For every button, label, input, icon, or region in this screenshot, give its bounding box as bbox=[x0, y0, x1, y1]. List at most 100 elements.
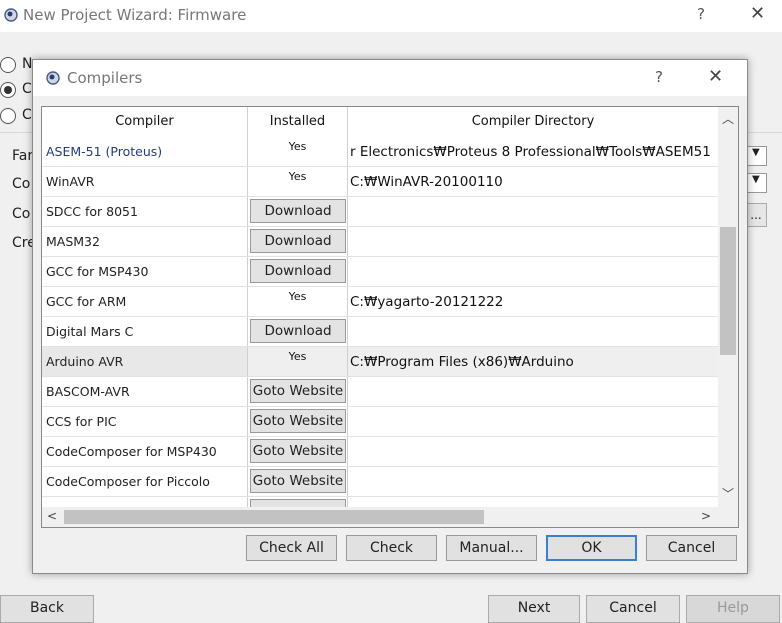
table-row[interactable]: GCC for ARM Yes C:₩yagarto-20121222 bbox=[42, 287, 718, 317]
proteus-logo-icon bbox=[4, 8, 18, 22]
table-row[interactable]: Arduino AVR Yes C:₩Program Files (x86)₩Ard… bbox=[42, 347, 718, 377]
browse-button[interactable]: ... bbox=[745, 203, 767, 227]
table-row[interactable]: CCS for PIC Goto Website bbox=[42, 407, 718, 437]
column-header-directory[interactable]: Compiler Directory bbox=[348, 107, 718, 137]
goto-website-button[interactable]: Goto Website bbox=[250, 409, 346, 433]
family-label: Far bbox=[12, 148, 34, 164]
compilers-dialog: Compilers ? ✕ Compiler Installed Compile… bbox=[32, 59, 748, 574]
compiler-directory-cell bbox=[348, 257, 718, 286]
dialog-help-icon[interactable]: ? bbox=[655, 68, 663, 86]
table-body: ASEM-51 (Proteus) Yes r Electronics₩Proteu… bbox=[42, 137, 718, 507]
radio-option-1[interactable] bbox=[0, 57, 16, 73]
compiler-name-cell: MASM32 bbox=[42, 227, 248, 256]
installed-cell: Goto Website bbox=[248, 407, 348, 436]
check-all-button[interactable]: Check All bbox=[246, 535, 337, 561]
horizontal-scrollbar[interactable]: < > bbox=[42, 507, 718, 527]
column-header-compiler[interactable]: Compiler bbox=[42, 107, 248, 137]
table-row[interactable]: GCC for MSP430 Download bbox=[42, 257, 718, 287]
table-row[interactable]: CodeComposer for MSP430 Goto Website bbox=[42, 437, 718, 467]
vertical-scrollbar[interactable]: ︿ ﹀ bbox=[718, 107, 738, 507]
installed-cell: Yes bbox=[248, 137, 348, 166]
installed-status: Yes bbox=[288, 290, 307, 303]
compiler-directory-cell bbox=[348, 197, 718, 226]
help-button: Help bbox=[686, 595, 780, 623]
table-row[interactable]: BASCOM-AVR Goto Website bbox=[42, 377, 718, 407]
download-button[interactable]: Download bbox=[250, 199, 346, 223]
compiler-label: Co bbox=[12, 206, 31, 222]
compiler-directory-cell bbox=[348, 497, 718, 507]
dialog-title: Compilers bbox=[67, 69, 143, 87]
compiler-name-cell: SDCC for 8051 bbox=[42, 197, 248, 226]
compiler-directory-cell bbox=[348, 467, 718, 496]
chevron-down-icon: ▼ bbox=[752, 147, 760, 158]
controller-dropdown[interactable]: ▼ bbox=[745, 173, 767, 193]
compilers-table: Compiler Installed Compiler Directory AS… bbox=[41, 106, 739, 528]
compiler-directory-cell bbox=[348, 377, 718, 406]
compiler-name-cell: CCS for PIC bbox=[42, 407, 248, 436]
table-row[interactable] bbox=[42, 497, 718, 507]
chevron-down-icon: ▼ bbox=[752, 174, 760, 185]
left-arrow-icon[interactable]: < bbox=[44, 509, 60, 523]
compiler-name-cell bbox=[42, 497, 248, 507]
radio-option-1-label: N bbox=[22, 56, 33, 72]
vertical-scroll-thumb[interactable] bbox=[720, 227, 736, 355]
table-row[interactable]: WinAVR Yes C:₩WinAVR-20100110 bbox=[42, 167, 718, 197]
wizard-close-icon[interactable]: ✕ bbox=[750, 3, 765, 24]
compiler-name-cell: GCC for ARM bbox=[42, 287, 248, 316]
goto-website-button[interactable]: Goto Website bbox=[250, 379, 346, 403]
compiler-name-cell: WinAVR bbox=[42, 167, 248, 196]
up-arrow-icon[interactable]: ︿ bbox=[718, 110, 738, 128]
table-row[interactable]: ASEM-51 (Proteus) Yes r Electronics₩Proteu… bbox=[42, 137, 718, 167]
goto-website-button[interactable]: Goto Website bbox=[250, 469, 346, 493]
proteus-logo-icon bbox=[46, 71, 60, 85]
goto-website-button[interactable]: Goto Website bbox=[250, 439, 346, 463]
table-row[interactable]: CodeComposer for Piccolo Goto Website bbox=[42, 467, 718, 497]
compiler-name-cell: ASEM-51 (Proteus) bbox=[42, 137, 248, 166]
installed-cell: Download bbox=[248, 257, 348, 286]
compiler-name-cell: CodeComposer for MSP430 bbox=[42, 437, 248, 466]
horizontal-scroll-thumb[interactable] bbox=[64, 510, 484, 524]
table-row[interactable]: Digital Mars C Download bbox=[42, 317, 718, 347]
compiler-directory-cell bbox=[348, 407, 718, 436]
scrollbar-corner bbox=[718, 507, 738, 527]
download-button[interactable]: Download bbox=[250, 319, 346, 343]
compiler-directory-cell: C:₩yagarto-20121222 bbox=[350, 294, 504, 310]
right-arrow-icon[interactable]: > bbox=[698, 509, 714, 523]
installed-status: Yes bbox=[288, 140, 307, 153]
table-header: Compiler Installed Compiler Directory bbox=[42, 107, 718, 137]
download-button[interactable]: Download bbox=[250, 229, 346, 253]
dialog-cancel-button[interactable]: Cancel bbox=[646, 535, 737, 561]
compiler-name-cell: Arduino AVR bbox=[42, 347, 248, 376]
wizard-help-icon[interactable]: ? bbox=[697, 5, 705, 23]
installed-cell bbox=[248, 497, 348, 507]
installed-status: Yes bbox=[288, 170, 307, 183]
radio-option-2[interactable] bbox=[0, 82, 16, 98]
compiler-directory-cell: C:₩WinAVR-20100110 bbox=[350, 174, 503, 190]
installed-status: Yes bbox=[288, 350, 307, 363]
compiler-directory-cell: r Electronics₩Proteus 8 Professional₩Too… bbox=[350, 144, 711, 160]
compiler-directory-cell bbox=[348, 437, 718, 466]
manual-button[interactable]: Manual... bbox=[446, 535, 537, 561]
download-button[interactable]: Download bbox=[250, 259, 346, 283]
table-row[interactable]: SDCC for 8051 Download bbox=[42, 197, 718, 227]
installed-cell: Goto Website bbox=[248, 467, 348, 496]
radio-option-3-label: C bbox=[22, 107, 32, 123]
radio-option-2-label: C bbox=[22, 81, 32, 97]
back-button[interactable]: Back bbox=[0, 595, 94, 623]
controller-label: Co bbox=[12, 176, 31, 192]
installed-cell: Download bbox=[248, 317, 348, 346]
installed-cell: Yes bbox=[248, 167, 348, 196]
table-row[interactable]: MASM32 Download bbox=[42, 227, 718, 257]
check-button[interactable]: Check bbox=[346, 535, 437, 561]
wizard-cancel-button[interactable]: Cancel bbox=[586, 595, 680, 623]
ok-button[interactable]: OK bbox=[546, 535, 637, 561]
radio-option-3[interactable] bbox=[0, 108, 16, 124]
column-header-installed[interactable]: Installed bbox=[248, 107, 348, 137]
down-arrow-icon[interactable]: ﹀ bbox=[718, 485, 738, 503]
dialog-close-icon[interactable]: ✕ bbox=[708, 66, 723, 87]
family-dropdown[interactable]: ▼ bbox=[745, 146, 767, 166]
goto-website-button[interactable] bbox=[250, 499, 346, 507]
next-button[interactable]: Next bbox=[488, 595, 580, 623]
wizard-title-bar: New Project Wizard: Firmware ? ✕ bbox=[0, 0, 782, 32]
installed-cell: Goto Website bbox=[248, 437, 348, 466]
